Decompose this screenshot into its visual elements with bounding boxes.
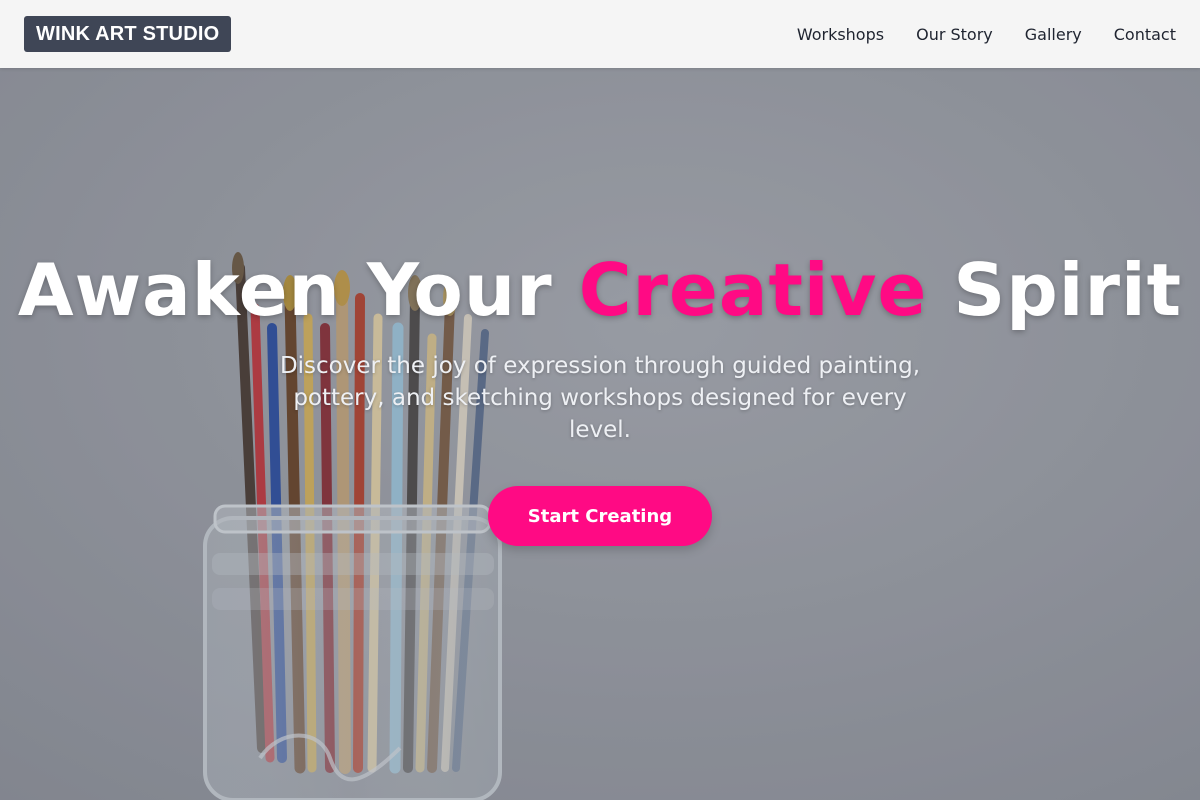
hero-title: Awaken Your Creative Spirit	[0, 246, 1200, 334]
nav-link-workshops[interactable]: Workshops	[797, 25, 884, 44]
start-creating-button[interactable]: Start Creating	[488, 486, 712, 546]
hero-section: Awaken Your Creative Spirit Discover the…	[0, 68, 1200, 800]
hero-title-part1: Awaken Your	[17, 248, 579, 332]
nav-link-our-story[interactable]: Our Story	[916, 25, 993, 44]
brand-logo[interactable]: WINK ART STUDIO	[24, 16, 232, 52]
main-nav: Workshops Our Story Gallery Contact	[797, 0, 1176, 68]
landing-page: WINK ART STUDIO Workshops Our Story Gall…	[0, 0, 1200, 800]
nav-link-gallery[interactable]: Gallery	[1025, 25, 1082, 44]
top-navigation-bar: WINK ART STUDIO Workshops Our Story Gall…	[0, 0, 1200, 68]
hero-title-accent: Creative	[578, 248, 928, 332]
hero-content: Awaken Your Creative Spirit Discover the…	[0, 68, 1200, 800]
nav-link-contact[interactable]: Contact	[1114, 25, 1176, 44]
hero-subtitle: Discover the joy of expression through g…	[279, 353, 921, 443]
hero-title-part2: Spirit	[927, 248, 1183, 332]
